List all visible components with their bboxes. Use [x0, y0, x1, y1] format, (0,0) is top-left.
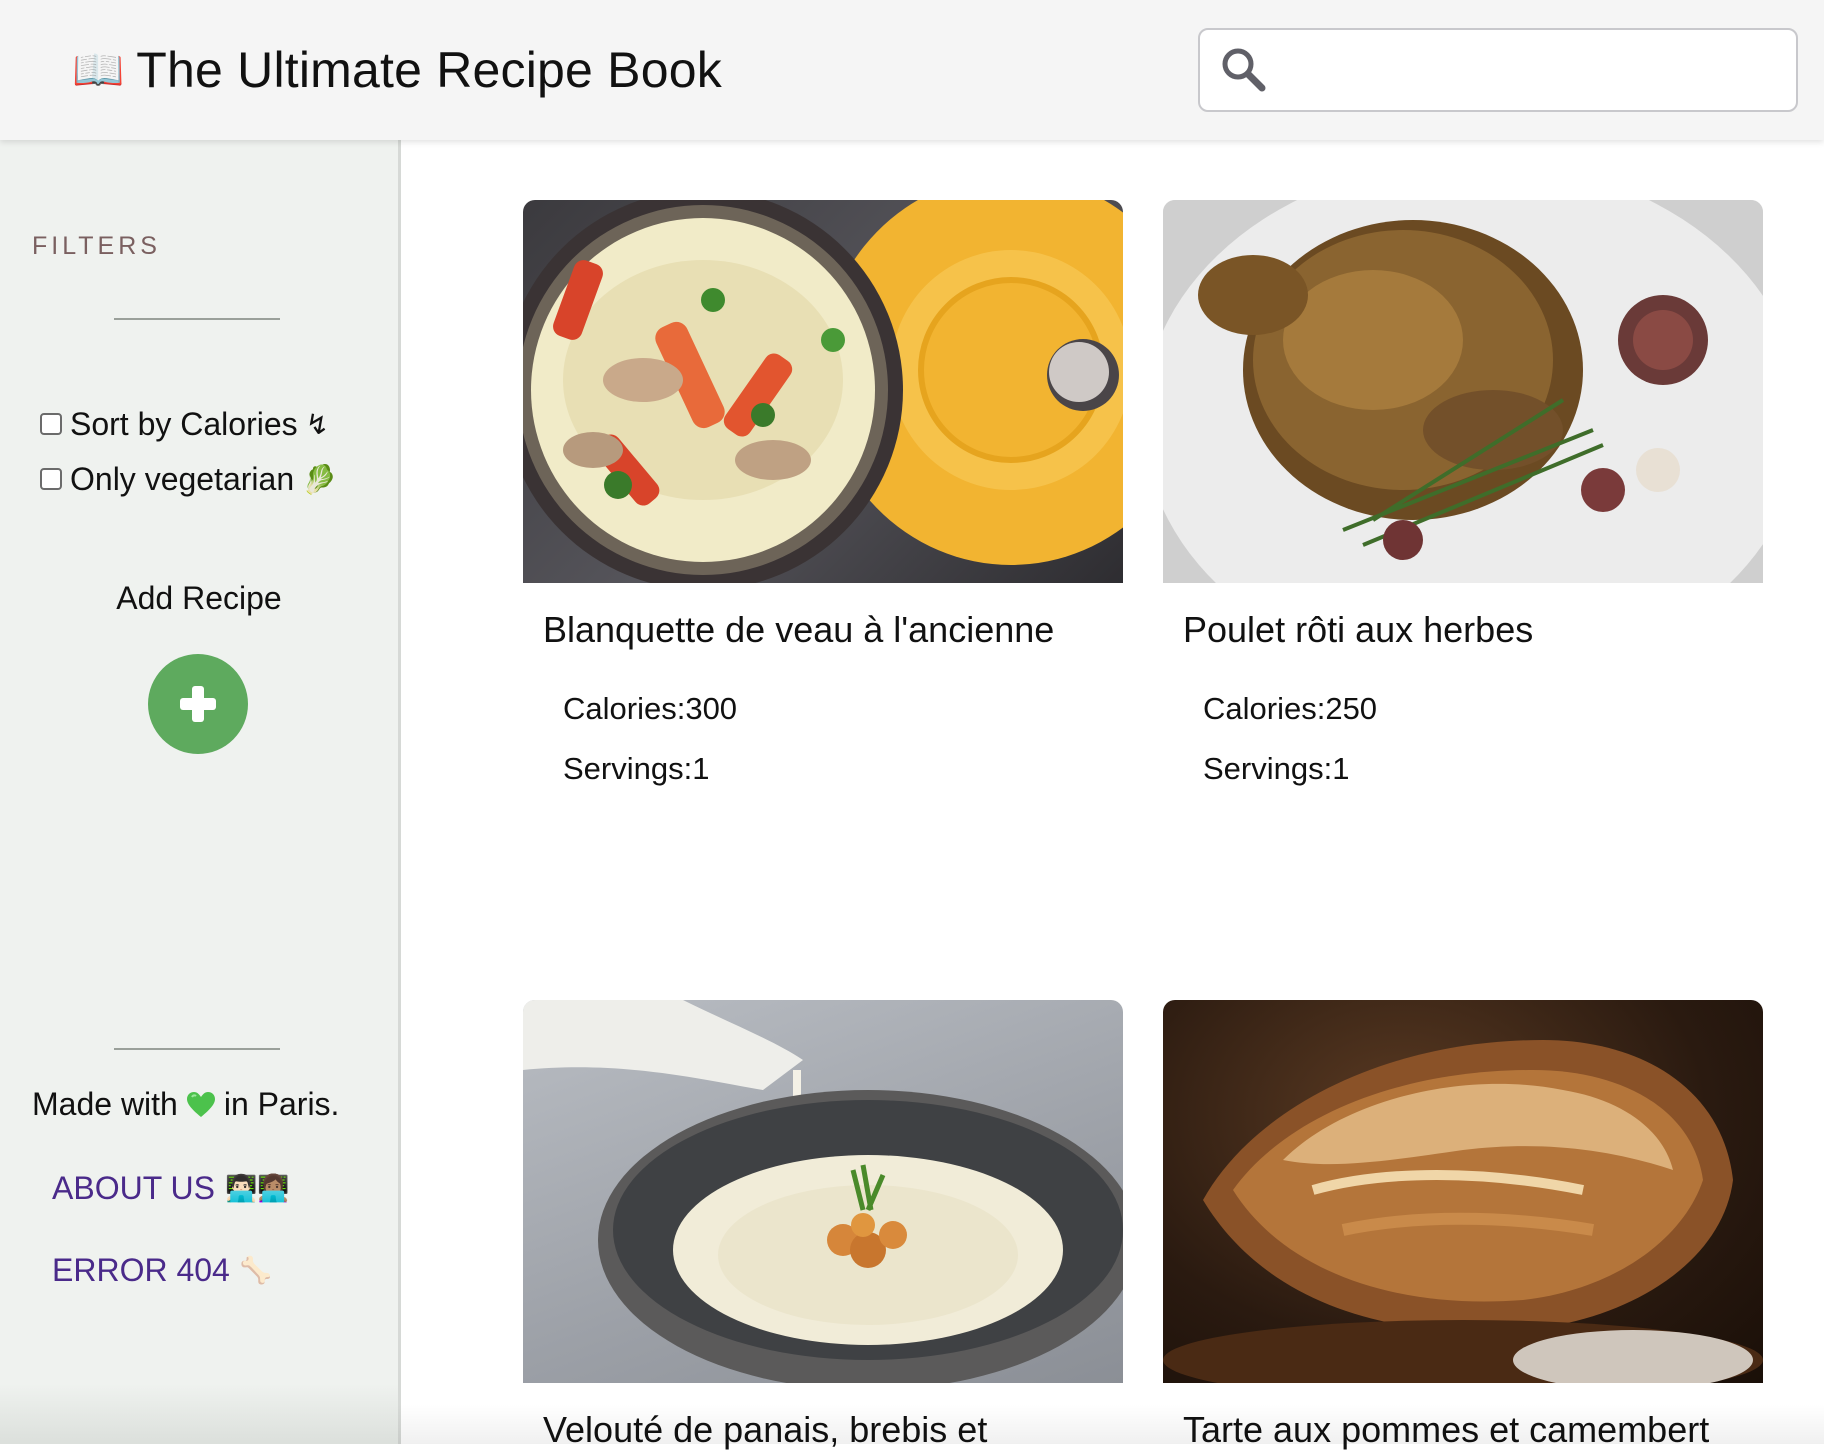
recipe-calories: Calories:250	[1203, 691, 1763, 727]
servings-label: Servings:	[1203, 751, 1333, 786]
search-input[interactable]	[1272, 39, 1782, 101]
viewport-bottom-shadow	[398, 1404, 1824, 1444]
add-recipe-label: Add Recipe	[116, 580, 282, 616]
calories-value: 300	[685, 691, 738, 726]
tarte-illustration	[1163, 1040, 1763, 1383]
divider	[114, 1048, 280, 1050]
recipe-calories: Calories:300	[563, 691, 1123, 727]
veloute-illustration	[523, 1000, 1123, 1383]
open-book-icon: 📖	[72, 46, 125, 93]
bone-icon: 🦴	[239, 1255, 273, 1285]
made-with-prefix: Made with	[32, 1086, 178, 1122]
top-header: 📖 The Ultimate Recipe Book	[0, 0, 1824, 140]
servings-value: 1	[692, 751, 710, 786]
error-404-link[interactable]: ERROR 404 🦴	[52, 1252, 272, 1289]
servings-label: Servings:	[563, 751, 693, 786]
search-icon	[1222, 48, 1266, 92]
calories-value: 250	[1325, 691, 1378, 726]
made-with-text: Made with in Paris.	[32, 1086, 339, 1123]
brand[interactable]: 📖 The Ultimate Recipe Book	[72, 40, 722, 100]
lightning-icon: ↯	[305, 408, 330, 440]
technologists-icon: 👨🏻‍💻👩🏽‍💻	[225, 1173, 290, 1203]
poulet-illustration	[1163, 200, 1763, 583]
recipe-title[interactable]: Blanquette de veau à l'ancienne	[543, 609, 1123, 651]
error-404-label: ERROR 404	[52, 1252, 230, 1288]
filter-label: Sort by Calories	[70, 405, 298, 442]
leafy-green-icon: 🥬	[302, 463, 337, 495]
servings-value: 1	[1332, 751, 1350, 786]
recipe-servings: Servings:1	[1203, 751, 1763, 787]
about-us-link[interactable]: ABOUT US 👨🏻‍💻👩🏽‍💻	[52, 1170, 290, 1207]
recipe-image-poulet[interactable]	[1163, 200, 1763, 583]
recipe-image-veloute[interactable]	[523, 1000, 1123, 1383]
made-with-suffix: in Paris.	[223, 1086, 340, 1122]
app-title: The Ultimate Recipe Book	[136, 42, 722, 98]
recipe-card[interactable]: Blanquette de veau à l'ancienne Calories…	[523, 200, 1123, 787]
about-us-label: ABOUT US	[52, 1170, 215, 1206]
plus-icon	[180, 686, 216, 722]
recipe-card[interactable]: Poulet rôti aux herbes Calories:250 Serv…	[1163, 200, 1763, 787]
filter-only-vegetarian[interactable]: Only vegetarian 🥬	[40, 459, 337, 499]
blanquette-illustration	[523, 200, 1123, 583]
recipe-card[interactable]: Tarte aux pommes et camembert	[1163, 1000, 1763, 1451]
heart-icon	[186, 1091, 215, 1117]
divider	[114, 318, 280, 320]
recipe-servings: Servings:1	[563, 751, 1123, 787]
search-box[interactable]	[1198, 28, 1798, 112]
filter-label: Only vegetarian	[70, 460, 295, 497]
only-vegetarian-checkbox[interactable]	[40, 468, 62, 490]
calories-label: Calories:	[563, 691, 686, 726]
sort-by-calories-checkbox[interactable]	[40, 413, 62, 435]
recipe-image-blanquette[interactable]	[523, 200, 1123, 583]
recipe-image-tarte[interactable]	[1163, 1000, 1763, 1383]
add-recipe-button[interactable]	[148, 654, 248, 754]
sidebar-fade	[0, 1384, 398, 1444]
filter-sort-by-calories[interactable]: Sort by Calories ↯	[40, 404, 329, 444]
filters-heading: FILTERS	[32, 232, 161, 260]
recipe-card[interactable]: Velouté de panais, brebis et	[523, 1000, 1123, 1451]
sidebar: FILTERS Sort by Calories ↯ Only vegetari…	[0, 140, 401, 1444]
calories-label: Calories:	[1203, 691, 1326, 726]
recipe-title[interactable]: Poulet rôti aux herbes	[1183, 609, 1763, 651]
